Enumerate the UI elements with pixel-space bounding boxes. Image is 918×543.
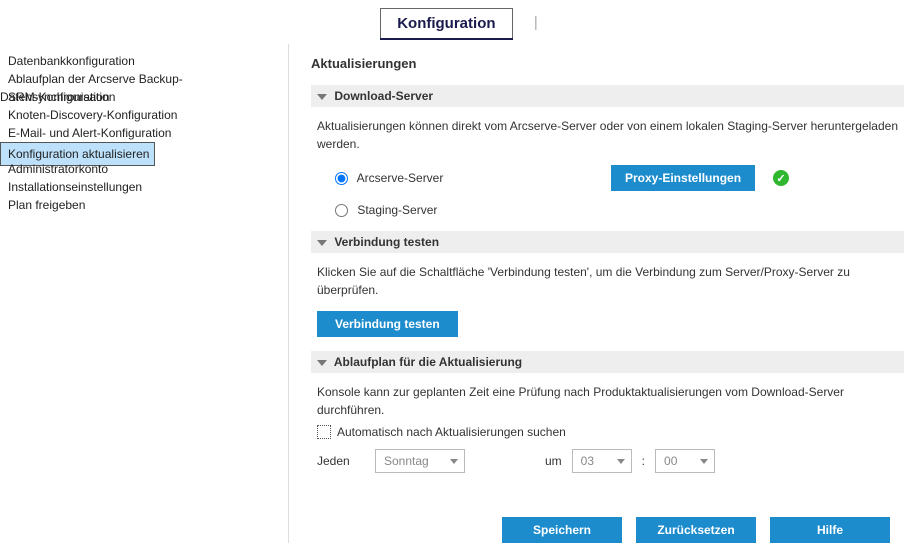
sidebar-item-7[interactable]: Installationseinstellungen: [0, 177, 148, 197]
day-select[interactable]: Sonntag: [375, 449, 465, 473]
section-header-schedule[interactable]: Ablaufplan für die Aktualisierung: [311, 351, 904, 373]
hour-select-value: 03: [581, 454, 594, 468]
main-panel: Aktualisierungen Download-Server Aktuali…: [289, 44, 918, 543]
hour-select[interactable]: 03: [572, 449, 632, 473]
section-header-download-label: Download-Server: [334, 89, 433, 103]
time-colon: :: [642, 454, 645, 468]
auto-check-label: Automatisch nach Aktualisierungen suchen: [337, 425, 566, 439]
tab-separator: |: [534, 8, 538, 31]
section-test-connection: Verbindung testen Klicken Sie auf die Sc…: [311, 231, 904, 337]
schedule-description: Konsole kann zur geplanten Zeit eine Prü…: [317, 383, 904, 419]
tab-bar: Konfiguration |: [0, 0, 918, 44]
chevron-down-icon: [317, 360, 327, 366]
chevron-down-icon: [700, 459, 708, 464]
minute-select-value: 00: [664, 454, 677, 468]
section-header-test[interactable]: Verbindung testen: [311, 231, 904, 253]
sidebar-item-6[interactable]: Administratorkonto: [0, 159, 114, 179]
chevron-down-icon: [317, 94, 327, 100]
every-label: Jeden: [317, 454, 365, 468]
chevron-down-icon: [317, 240, 327, 246]
day-select-value: Sonntag: [384, 454, 429, 468]
status-ok-icon: ✓: [773, 170, 789, 186]
save-button[interactable]: Speichern: [502, 517, 622, 543]
tab-configuration[interactable]: Konfiguration: [380, 8, 512, 38]
auto-check-checkbox[interactable]: [317, 425, 331, 439]
reset-button[interactable]: Zurücksetzen: [636, 517, 756, 543]
section-header-test-label: Verbindung testen: [334, 235, 439, 249]
help-button[interactable]: Hilfe: [770, 517, 890, 543]
section-update-schedule: Ablaufplan für die Aktualisierung Konsol…: [311, 351, 904, 473]
radio-staging-server[interactable]: Staging-Server: [335, 203, 437, 217]
page-title: Aktualisierungen: [311, 56, 904, 71]
test-description: Klicken Sie auf die Schaltfläche 'Verbin…: [317, 263, 904, 299]
minute-select[interactable]: 00: [655, 449, 715, 473]
chevron-down-icon: [617, 459, 625, 464]
section-header-schedule-label: Ablaufplan für die Aktualisierung: [334, 355, 522, 369]
sidebar: DatenbankkonfigurationAblaufplan der Arc…: [0, 44, 289, 543]
at-label: um: [545, 454, 562, 468]
radio-arcserve-server[interactable]: Arcserve-Server: [335, 171, 575, 185]
proxy-settings-button[interactable]: Proxy-Einstellungen: [611, 165, 755, 191]
radio-arcserve-label: Arcserve-Server: [357, 171, 444, 185]
chevron-down-icon: [450, 459, 458, 464]
section-header-download[interactable]: Download-Server: [311, 85, 904, 107]
section-download-server: Download-Server Aktualisierungen können …: [311, 85, 904, 217]
radio-staging-label: Staging-Server: [357, 203, 437, 217]
test-connection-button[interactable]: Verbindung testen: [317, 311, 458, 337]
sidebar-item-3[interactable]: Knoten-Discovery-Konfiguration: [0, 105, 183, 125]
sidebar-item-8[interactable]: Plan freigeben: [0, 195, 91, 215]
sidebar-item-4[interactable]: E-Mail- und Alert-Konfiguration: [0, 123, 177, 143]
sidebar-item-2[interactable]: SRM-Konfiguration: [0, 87, 115, 107]
sidebar-item-0[interactable]: Datenbankkonfiguration: [0, 51, 141, 71]
download-description: Aktualisierungen können direkt vom Arcse…: [317, 117, 904, 153]
